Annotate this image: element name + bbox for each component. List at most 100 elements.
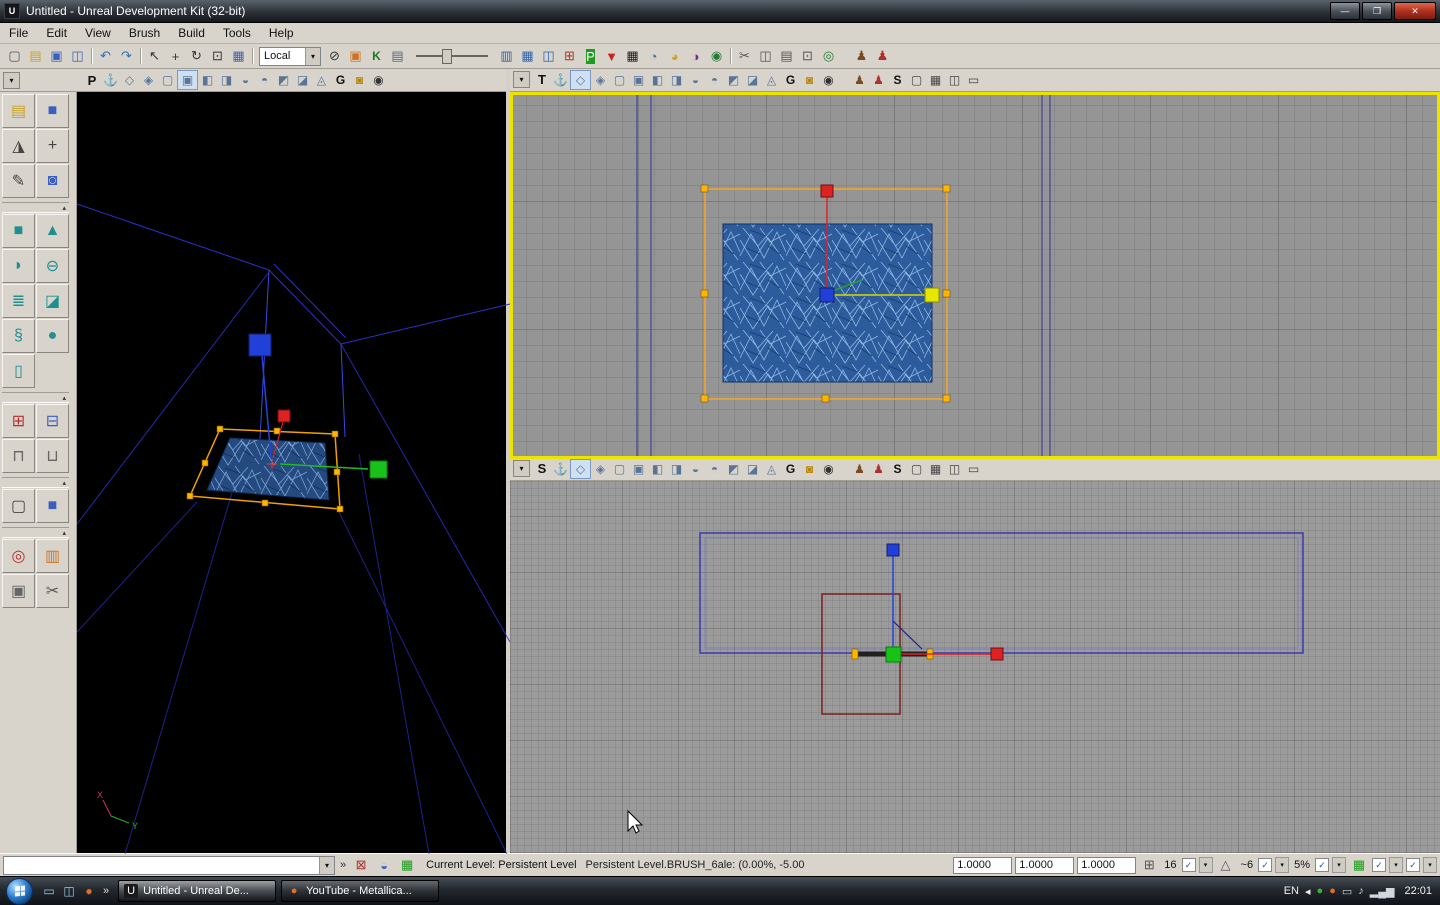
rotation-grid-icon[interactable]: △ xyxy=(1216,856,1236,874)
viewport-options-dropdown[interactable]: ▾ xyxy=(3,72,20,89)
texture-density-view-icon[interactable]: ◩ xyxy=(724,71,743,89)
unlit-view-icon[interactable]: ▢ xyxy=(158,71,177,89)
autosave-icon[interactable]: ▦ xyxy=(1349,856,1369,874)
autosave-checkbox[interactable]: ✓ xyxy=(1372,858,1386,872)
undo-icon[interactable]: ↶ xyxy=(95,46,116,66)
lightmap-density-view-icon[interactable]: ◪ xyxy=(743,460,762,478)
minimize-button[interactable]: — xyxy=(1330,2,1360,20)
linear-staircase-brush-button[interactable]: ≣ xyxy=(2,284,35,318)
tear-off-floating-icon[interactable]: ▦ xyxy=(926,71,945,89)
translate-handle-red[interactable] xyxy=(821,185,833,197)
unlit-view-icon[interactable]: ▢ xyxy=(610,71,629,89)
cut-tool-icon[interactable]: ✂ xyxy=(734,46,755,66)
select-all-button[interactable]: ▥ xyxy=(36,539,69,573)
geometry-mode-button[interactable]: ■ xyxy=(36,94,69,128)
select-special-button[interactable]: ✂ xyxy=(36,574,69,608)
camera-mode-button[interactable]: ▤ xyxy=(2,94,35,128)
menu-item[interactable]: Build xyxy=(169,24,214,42)
viewport-lock-icon[interactable]: ⚓ xyxy=(101,71,120,89)
tray-green-icon[interactable]: ● xyxy=(1317,885,1324,897)
play-in-viewport-icon[interactable]: ♟ xyxy=(850,71,869,89)
show-brush-polys-icon[interactable]: ⊞ xyxy=(559,46,580,66)
menu-item[interactable]: View xyxy=(76,24,120,42)
translate-handle-blue[interactable] xyxy=(820,288,834,302)
separator[interactable]: ▴ xyxy=(2,392,69,403)
quick-launch-overflow-icon[interactable]: » xyxy=(99,885,113,897)
separator[interactable]: ▴ xyxy=(2,477,69,488)
window-switcher-icon[interactable]: ◫ xyxy=(59,880,79,902)
lighting-only-view-icon[interactable]: ◨ xyxy=(667,71,686,89)
chevron-down-icon[interactable]: ▾ xyxy=(305,48,320,65)
sheet-brush-button[interactable]: ◪ xyxy=(36,284,69,318)
reflections-view-icon[interactable]: ◬ xyxy=(762,460,781,478)
maximize-viewport-icon[interactable]: ▢ xyxy=(907,71,926,89)
tray-firefox-icon[interactable]: ● xyxy=(1329,885,1336,897)
scale-snap-checkbox[interactable]: ✓ xyxy=(1315,858,1329,872)
generic-browser-icon[interactable]: ▦ xyxy=(517,46,538,66)
sheet-brush-mesh[interactable] xyxy=(207,438,329,500)
shader-complexity-view-icon[interactable]: ◓ xyxy=(705,71,724,89)
detach-viewport-icon[interactable]: ◫ xyxy=(945,460,964,478)
drag-grid-dropdown[interactable]: ▾ xyxy=(1199,857,1213,873)
lit-view-icon[interactable]: ▣ xyxy=(629,71,648,89)
separator[interactable] xyxy=(137,46,144,66)
build-lighting-icon[interactable]: ◕ xyxy=(664,46,685,66)
language-indicator[interactable]: EN xyxy=(1284,885,1299,897)
lock-viewport-icon[interactable]: ◙ xyxy=(800,71,819,89)
translate-handle-red[interactable] xyxy=(991,648,1003,660)
texture-align-button[interactable]: ✎ xyxy=(2,164,35,198)
wireframe-view-icon[interactable]: ◈ xyxy=(591,460,610,478)
paste-tool-icon[interactable]: ▤ xyxy=(776,46,797,66)
lightmap-density-view-icon[interactable]: ◪ xyxy=(743,71,762,89)
autosave-dropdown[interactable]: ▾ xyxy=(1389,857,1403,873)
save-map-icon[interactable]: ▣ xyxy=(46,46,67,66)
shader-complexity-view-icon[interactable]: ◓ xyxy=(255,71,274,89)
separator[interactable] xyxy=(249,46,256,66)
csg-subtract-button[interactable]: ⊟ xyxy=(36,404,69,438)
taskbar-task-firefox[interactable]: ● YouTube - Metallica... xyxy=(281,880,439,902)
lighting-only-view-icon[interactable]: ◨ xyxy=(667,460,686,478)
viewport-options-dropdown[interactable]: ▾ xyxy=(513,460,530,477)
world-properties-icon[interactable]: ◎ xyxy=(818,46,839,66)
single-window-icon[interactable]: ▭ xyxy=(964,460,983,478)
unreal-frontend-icon[interactable]: ▣ xyxy=(345,46,366,66)
maximize-button[interactable]: ❐ xyxy=(1362,2,1392,20)
kismet-icon[interactable]: K xyxy=(366,46,387,66)
detach-viewport-icon[interactable]: ◫ xyxy=(945,71,964,89)
lightmap-density-view-icon[interactable]: ◪ xyxy=(293,71,312,89)
cylinder-brush-button[interactable]: ⊖ xyxy=(36,249,69,283)
sphere-brush-button[interactable]: ● xyxy=(36,319,69,353)
camera-speed-slider[interactable] xyxy=(416,47,488,65)
viewport-type-label[interactable]: S xyxy=(533,461,551,476)
show-desktop-icon[interactable]: ▭ xyxy=(39,880,59,902)
lit-view-icon[interactable]: ▣ xyxy=(177,70,198,90)
lighting-only-view-icon[interactable]: ◨ xyxy=(217,71,236,89)
drawscale-x-field[interactable]: 1.0000 xyxy=(953,857,1012,874)
play-on-console-icon[interactable]: ♟ xyxy=(872,46,893,66)
viewport-options-dropdown[interactable]: ▾ xyxy=(513,71,530,88)
content-browser-icon[interactable]: ▥ xyxy=(496,46,517,66)
play-on-pc-icon[interactable]: ♟ xyxy=(851,46,872,66)
actor-classes-icon[interactable]: ◫ xyxy=(538,46,559,66)
tear-off-floating-icon[interactable]: ▦ xyxy=(926,460,945,478)
brush-wireframe-view-icon[interactable]: ◇ xyxy=(570,459,591,479)
squint-mode-icon[interactable]: S xyxy=(888,460,907,478)
scale-snap-value[interactable]: 5% xyxy=(1292,859,1312,871)
publish-level-icon[interactable]: ▼ xyxy=(601,46,622,66)
reflections-view-icon[interactable]: ◬ xyxy=(312,71,331,89)
invert-selection-button[interactable]: ▣ xyxy=(2,574,35,608)
detail-lighting-view-icon[interactable]: ◧ xyxy=(648,71,667,89)
redo-icon[interactable]: ↷ xyxy=(116,46,137,66)
separator[interactable]: ▴ xyxy=(2,202,69,213)
rotation-grid-checkbox[interactable]: ✓ xyxy=(1258,858,1272,872)
translate-handle-green[interactable] xyxy=(370,461,387,478)
realtime-update-dropdown[interactable]: ▾ xyxy=(1423,857,1437,873)
scale-tool-icon[interactable]: ⊡ xyxy=(207,46,228,66)
translate-handle-yellow[interactable] xyxy=(925,288,939,302)
terrain-edit-button[interactable]: ◮ xyxy=(2,129,35,163)
reflections-view-icon[interactable]: ◬ xyxy=(762,71,781,89)
tray-network-icon[interactable]: ▂▄▆ xyxy=(1370,885,1395,898)
taskbar-task-udk[interactable]: U Untitled - Unreal De... xyxy=(118,880,276,902)
special-brush-button[interactable]: ▢ xyxy=(2,489,35,523)
show-flags-icon[interactable]: ◉ xyxy=(369,71,388,89)
